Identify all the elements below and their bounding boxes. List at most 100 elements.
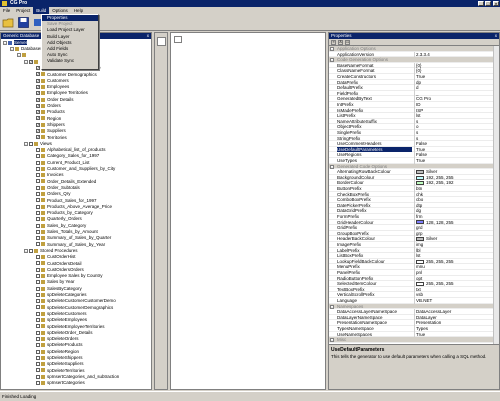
property-value[interactable]: dtp	[414, 202, 496, 209]
property-value[interactable]: DataAccessLayer	[414, 309, 496, 315]
property-row[interactable]: NameAttributeSuffix s	[329, 118, 499, 125]
property-row[interactable]: BackgroundColour 192, 255, 255	[329, 174, 499, 181]
tree-checkbox[interactable]	[36, 267, 40, 272]
expand-toggle-icon[interactable]: -	[24, 141, 28, 146]
tree-checkbox[interactable]	[36, 229, 40, 234]
close-button[interactable]: ×	[493, 1, 499, 6]
property-row[interactable]: DatePickerPrefix dtp	[329, 202, 499, 209]
property-row[interactable]: BaseNameFormat {0}	[329, 62, 499, 69]
property-value[interactable]: lbl	[414, 247, 496, 254]
document-icon[interactable]	[174, 36, 182, 43]
property-row[interactable]: HeaderBackColour Silver	[329, 236, 499, 242]
menu-build[interactable]: Build	[33, 7, 50, 14]
property-row[interactable]: GroupBoxPrefix grp	[329, 230, 499, 237]
code-view-icon[interactable]	[157, 37, 166, 46]
property-value[interactable]: {0}	[414, 62, 496, 69]
tree-checkbox[interactable]	[29, 141, 33, 146]
tree-checkbox[interactable]	[36, 355, 40, 360]
property-row[interactable]: Language VB.NET	[329, 298, 499, 304]
property-value[interactable]: s	[414, 135, 496, 142]
property-row[interactable]: DataPrefix dp	[329, 79, 499, 86]
property-value[interactable]: Silver	[414, 169, 496, 175]
property-value[interactable]: 128, 128, 255	[414, 219, 496, 226]
property-row[interactable]: BorderColour 192, 255, 192	[329, 180, 499, 186]
property-value[interactable]: pnl	[414, 270, 496, 276]
tree-checkbox[interactable]	[36, 368, 40, 373]
property-row[interactable]: UseDefaultParameters True	[329, 146, 499, 153]
expand-toggle-icon[interactable]: -	[24, 248, 28, 253]
menu-help[interactable]: Help	[71, 7, 86, 14]
property-value[interactable]: False	[414, 152, 496, 158]
property-value[interactable]: lst	[414, 253, 496, 259]
property-row[interactable]: UseNameSpaces True	[329, 331, 499, 338]
property-value[interactable]: img	[414, 242, 496, 248]
vertical-scrollbar[interactable]	[493, 46, 499, 344]
property-value[interactable]: True	[414, 331, 496, 338]
tree-checkbox[interactable]	[36, 273, 40, 278]
tree-checkbox[interactable]	[36, 261, 40, 266]
tree-checkbox[interactable]	[36, 280, 40, 285]
property-value[interactable]: ID	[414, 102, 496, 108]
tree-checkbox[interactable]	[36, 311, 40, 316]
property-row[interactable]: IntPrefix ID	[329, 102, 499, 108]
property-row[interactable]: MenuPrefix mnu	[329, 264, 499, 270]
property-row[interactable]: ListPrefix lst	[329, 113, 499, 119]
property-row[interactable]: UseRegions False	[329, 152, 499, 158]
tree-checkbox[interactable]	[36, 324, 40, 329]
tree-checkbox[interactable]	[36, 236, 40, 241]
property-value[interactable]: vsb	[414, 292, 496, 298]
tree-checkbox[interactable]	[36, 292, 40, 297]
property-value[interactable]: True	[414, 74, 496, 80]
collapse-toggle-icon[interactable]: -	[330, 47, 334, 51]
tree-checkbox[interactable]	[36, 381, 40, 385]
property-row[interactable]: RadioButtonPrefix opt	[329, 275, 499, 282]
property-value[interactable]: VB.NET	[414, 298, 496, 304]
property-value[interactable]: Presentation	[414, 320, 496, 326]
property-category[interactable]: - Application Options	[329, 46, 499, 52]
property-row[interactable]: DataAccessLayerNameSpace DataAccessLayer	[329, 309, 499, 315]
property-row[interactable]: CreateConstructors True	[329, 74, 499, 80]
tree-checkbox[interactable]: ✓	[36, 122, 40, 127]
tree-checkbox[interactable]	[36, 204, 40, 209]
property-value[interactable]: {0}	[414, 68, 496, 74]
property-value[interactable]: CG Pro	[414, 96, 496, 102]
property-value[interactable]: grd	[414, 225, 496, 231]
property-value[interactable]: dg	[414, 208, 496, 214]
property-row[interactable]: FormPrefix frm	[329, 214, 499, 220]
property-row[interactable]: VerticalScrollPrefix vsb	[329, 292, 499, 298]
property-value[interactable]: ISP	[414, 107, 496, 114]
property-row[interactable]: AlternatingRowBackColour Silver	[329, 169, 499, 175]
property-row[interactable]: ListBoxPrefix lst	[329, 253, 499, 259]
tree-checkbox[interactable]: ✓	[36, 72, 40, 77]
property-category[interactable]: - Code Generation Options	[329, 57, 499, 63]
property-value[interactable]: 192, 255, 255	[414, 174, 496, 181]
tree-checkbox[interactable]	[36, 198, 40, 203]
property-value[interactable]: _	[414, 90, 496, 97]
property-row[interactable]: GeneratedByText CG Pro	[329, 96, 499, 102]
collapse-toggle-icon[interactable]: -	[330, 58, 334, 63]
property-value[interactable]: dp	[414, 79, 496, 86]
property-value[interactable]: 192, 255, 192	[414, 180, 496, 186]
property-category[interactable]: - Generated Code Options	[329, 163, 499, 170]
categorized-icon[interactable]: ≡	[331, 40, 336, 45]
property-row[interactable]: ClassNameFormat {0}	[329, 68, 499, 74]
property-row[interactable]: ComboBoxPrefix cbo	[329, 197, 499, 203]
property-row[interactable]: SinglePrefix s	[329, 130, 499, 136]
tree-node[interactable]: spInsertCategories	[31, 380, 85, 386]
tree-checkbox[interactable]	[36, 242, 40, 247]
property-row[interactable]: UseCommentHeaders False	[329, 141, 499, 147]
expand-toggle-icon[interactable]: -	[24, 59, 28, 64]
property-row[interactable]: FieldPrefix _	[329, 90, 499, 97]
property-row[interactable]: DefaultPrefix d	[329, 85, 499, 91]
property-row[interactable]: ObjectPrefix o	[329, 124, 499, 130]
tree-checkbox[interactable]: ✓	[36, 97, 40, 102]
property-row[interactable]: PresentationNameSpace Presentation	[329, 320, 499, 326]
tree-checkbox[interactable]	[36, 185, 40, 190]
tree-checkbox[interactable]	[36, 154, 40, 159]
property-value[interactable]: lst	[414, 113, 496, 119]
property-row[interactable]: GridHeaderColour 128, 128, 255	[329, 219, 499, 226]
property-row[interactable]: ApplicationVersion 2.3.3.4	[329, 51, 499, 58]
property-value[interactable]: True	[414, 158, 496, 164]
collapse-toggle-icon[interactable]: -	[330, 164, 334, 169]
property-value[interactable]: True	[414, 146, 496, 153]
